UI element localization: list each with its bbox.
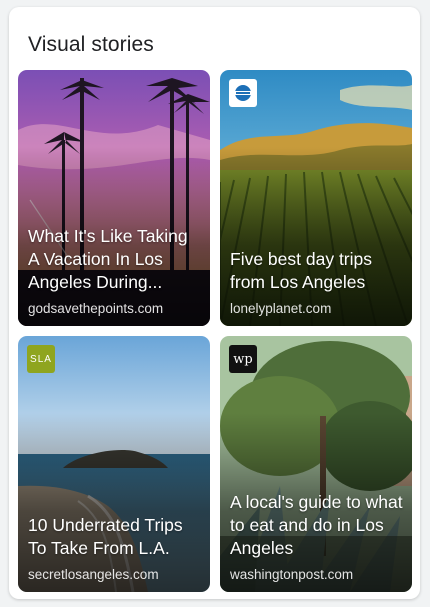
story-source: secretlosangeles.com <box>28 567 159 582</box>
story-headline[interactable]: A local's guide to what to eat and do in… <box>230 491 404 560</box>
story-headline[interactable]: What It's Like Taking A Vacation In Los … <box>28 225 202 294</box>
story-card-2[interactable]: Five best day trips from Los Angeles lon… <box>220 70 412 326</box>
story-source: washingtonpost.com <box>230 567 354 582</box>
washington-post-logo-text: wp <box>233 351 253 367</box>
washington-post-logo: wp <box>229 345 257 373</box>
story-headline[interactable]: 10 Underrated Trips To Take From L.A. <box>28 514 202 560</box>
story-source: godsavethepoints.com <box>28 301 164 316</box>
story-card-1[interactable]: What It's Like Taking A Vacation In Los … <box>18 70 210 326</box>
story-headline[interactable]: Five best day trips from Los Angeles <box>230 248 404 294</box>
story-card-3[interactable]: SLA 10 Underrated Trips To Take From L.A… <box>18 336 210 592</box>
lonely-planet-icon <box>235 85 251 101</box>
lonely-planet-logo <box>229 79 257 107</box>
story-source: lonelyplanet.com <box>230 301 332 316</box>
section-title: Visual stories <box>28 33 154 56</box>
story-card-4[interactable]: wp A local's guide to what to eat and do… <box>220 336 412 592</box>
secret-la-logo: SLA <box>27 345 55 373</box>
secret-la-logo-text: SLA <box>30 353 52 365</box>
